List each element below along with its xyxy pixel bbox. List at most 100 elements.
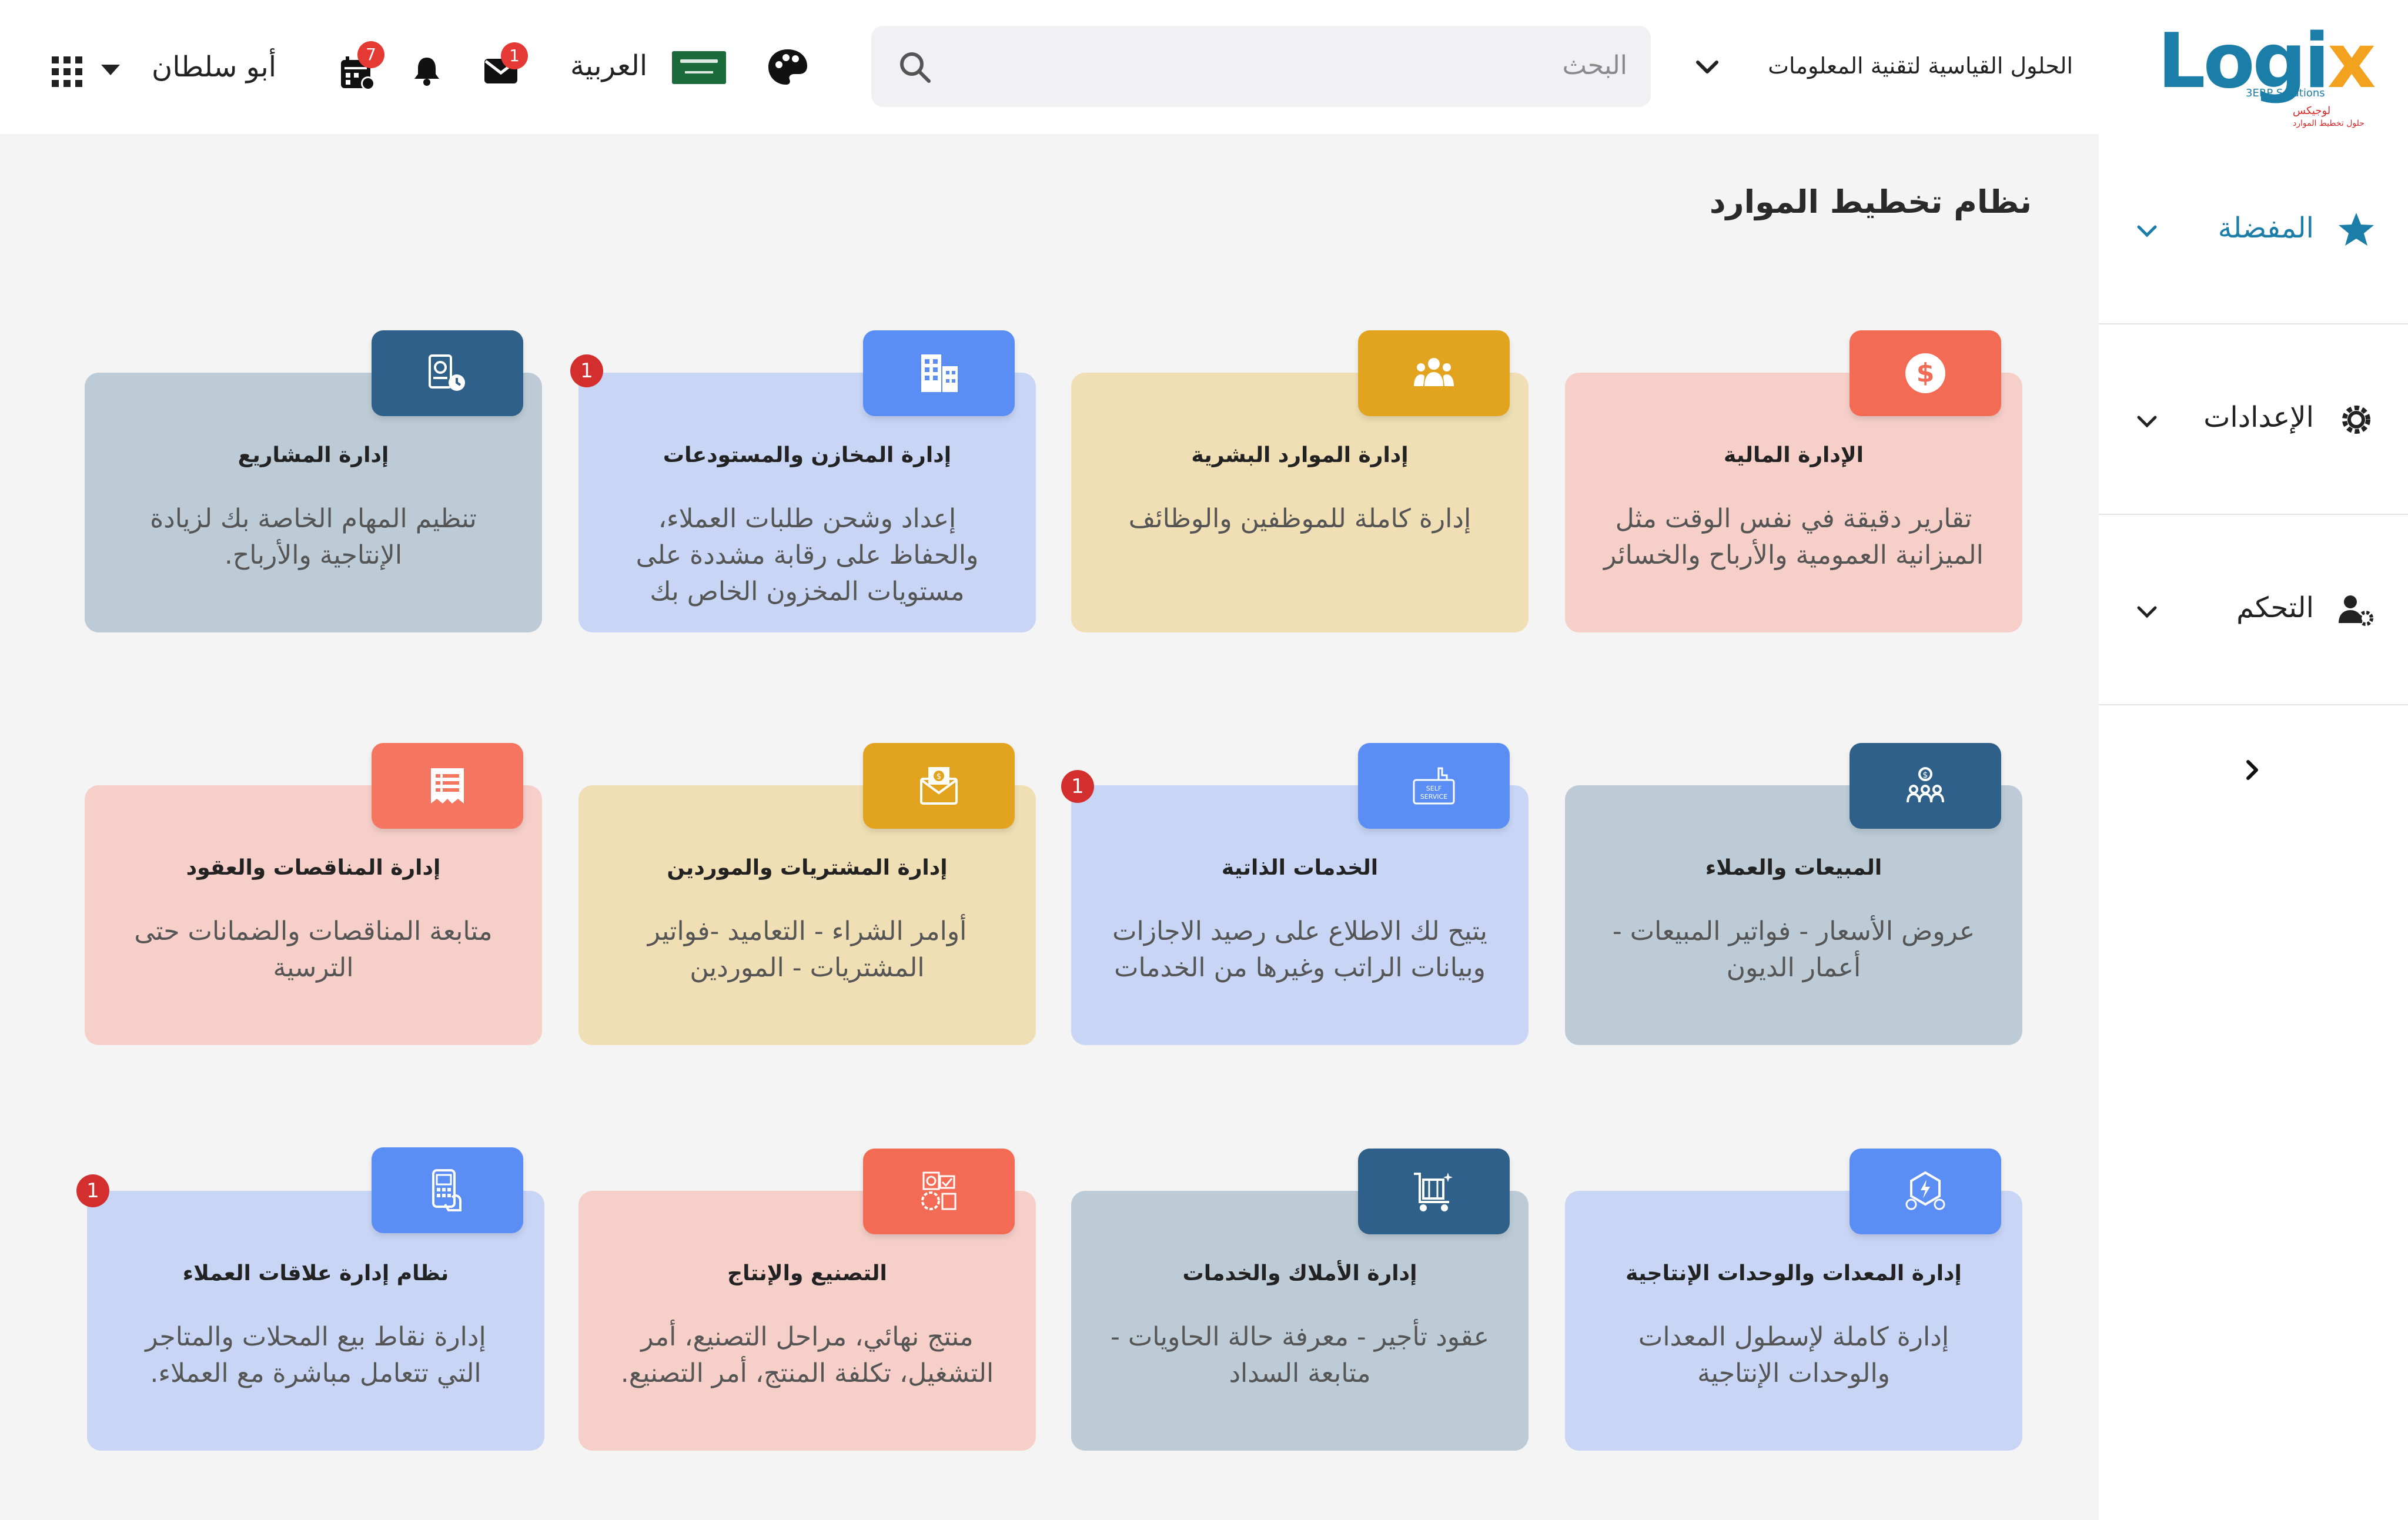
card-description: تقارير دقيقة في نفس الوقت مثل الميزانية … xyxy=(1604,504,1984,570)
users-gear-icon xyxy=(2339,595,2373,626)
chevron-down-icon[interactable] xyxy=(2134,603,2160,621)
self-service-icon: SELFSERVICE xyxy=(1413,767,1455,805)
manufacturing-icon xyxy=(921,1171,956,1210)
project-money-icon xyxy=(429,354,465,391)
card-description: إدارة كاملة لإسطول المعدات والوحدات الإن… xyxy=(1638,1322,1949,1388)
apps-grid-icon[interactable] xyxy=(52,56,82,87)
card-title: الخدمات الذاتية xyxy=(1221,856,1379,880)
module-card-manufacturing[interactable]: التصنيع والإنتاج منتج نهائي، مراحل التصن… xyxy=(578,1149,1036,1451)
chevron-down-icon[interactable] xyxy=(1694,56,1720,78)
card-title: إدارة المشاريع xyxy=(238,443,389,467)
buildings-icon xyxy=(921,354,958,392)
card-icon-tab xyxy=(1358,1149,1510,1234)
svg-text:$: $ xyxy=(937,772,941,781)
card-description: يتيح لك الاطلاع على رصيد الاجازات وبيانا… xyxy=(1112,916,1487,983)
calendar-badge: 7 xyxy=(357,41,384,68)
module-card-projects[interactable]: إدارة المشاريع تنظيم المهام الخاصة بك لز… xyxy=(85,330,542,632)
card-icon-tab xyxy=(863,330,1015,416)
search-placeholder: البحث xyxy=(1562,51,1627,81)
star-icon xyxy=(2339,213,2374,246)
page-title: نظام تخطيط الموارد xyxy=(1709,183,2032,220)
sidebar-item-settings[interactable]: الإعدادات xyxy=(2099,324,2408,515)
card-title: إدارة المناقصات والعقود xyxy=(186,856,441,880)
module-card-equipment[interactable]: إدارة المعدات والوحدات الإنتاجية إدارة ك… xyxy=(1565,1149,2022,1451)
module-card-self-service[interactable]: SELF SERVICE الخدمات الذاتية يتيح لك الاط… xyxy=(1071,743,1529,1045)
card-title: التصنيع والإنتاج xyxy=(727,1261,887,1285)
logo-arabic: لوجيكس xyxy=(2293,105,2331,117)
palette-icon[interactable] xyxy=(766,47,810,87)
card-title: إدارة المعدات والوحدات الإنتاجية xyxy=(1626,1261,1962,1285)
sidebar: المفضلة الإعدادات التحكم xyxy=(2099,134,2408,1520)
card-description: تنظيم المهام الخاصة بك لزيادة الإنتاجية … xyxy=(150,504,477,570)
svg-text:$: $ xyxy=(1917,358,1935,388)
card-title: إدارة الموارد البشرية xyxy=(1191,443,1409,467)
sidebar-collapse-chevron-icon[interactable] xyxy=(2240,758,2263,782)
gear-icon xyxy=(2342,406,2370,434)
pos-hand-icon xyxy=(432,1169,461,1211)
sidebar-item-label: التحكم xyxy=(2236,591,2314,624)
user-menu-caret-icon[interactable] xyxy=(101,65,120,75)
company-selector-label[interactable]: الحلول القياسية لتقنية المعلومات xyxy=(1768,53,2073,79)
card-description: إدارة كاملة للموظفين والوظائف xyxy=(1128,504,1471,534)
purchase-envelope-icon: $ xyxy=(920,767,958,805)
logo-subtitle: 3ERP Solutions xyxy=(2246,87,2325,99)
logo[interactable]: Logix 3ERP Solutions لوجيكس حلول تخطيط ا… xyxy=(2158,18,2376,128)
card-title: نظام إدارة علاقات العملاء xyxy=(182,1261,449,1285)
mail-badge: 1 xyxy=(501,42,528,69)
bell-icon[interactable] xyxy=(410,54,443,87)
card-icon-tab: $ xyxy=(1850,330,2001,416)
logo-arabic-sub: حلول تخطيط الموارد xyxy=(2293,119,2364,128)
sidebar-item-label: المفضلة xyxy=(2218,212,2314,245)
top-header: Logix 3ERP Solutions لوجيكس حلول تخطيط ا… xyxy=(0,0,2408,134)
svg-text:SERVICE: SERVICE xyxy=(1420,793,1447,801)
card-icon-tab xyxy=(372,330,523,416)
dollar-icon: $ xyxy=(1905,353,1945,393)
contract-icon xyxy=(431,768,464,803)
card-description: عروض الأسعار - فواتير المبيعات - أعمار ا… xyxy=(1612,916,1975,983)
card-icon-tab: $ xyxy=(863,743,1015,829)
svg-text:SELF: SELF xyxy=(1426,785,1442,792)
notification-badge: 1 xyxy=(570,354,603,387)
card-description: منتج نهائي، مراحل التصنيع، أمر التشغيل، … xyxy=(620,1322,994,1388)
language-selector[interactable]: العربية xyxy=(570,49,647,82)
module-card-tenders[interactable]: إدارة المناقصات والعقود متابعة المناقصات… xyxy=(85,743,542,1045)
card-icon-tab xyxy=(372,743,523,829)
people-icon xyxy=(1414,358,1454,386)
chevron-down-icon[interactable] xyxy=(2134,222,2160,240)
card-icon-tab xyxy=(372,1147,523,1233)
sidebar-item-label: الإعدادات xyxy=(2203,401,2314,434)
card-icon-tab: $ xyxy=(1850,743,2001,829)
chevron-down-icon[interactable] xyxy=(2134,413,2160,430)
module-card-sales[interactable]: $ المبيعات والعملاء عروض الأسعار - فواتي… xyxy=(1565,743,2022,1045)
saudi-flag-icon[interactable] xyxy=(672,51,726,84)
module-card-warehouse[interactable]: إدارة المخازن والمستودعات إعداد وشحن طلب… xyxy=(578,330,1036,632)
equipment-icon xyxy=(1905,1171,1945,1210)
card-title: إدارة المخازن والمستودعات xyxy=(663,443,952,467)
module-card-purchasing[interactable]: $ إدارة المشتريات والموردين أوامر الشراء… xyxy=(578,743,1036,1045)
search-icon[interactable] xyxy=(897,49,932,85)
card-icon-tab: SELF SERVICE xyxy=(1358,743,1510,829)
card-title: إدارة الأملاك والخدمات xyxy=(1182,1261,1417,1285)
card-description: أوامر الشراء - التعاميد -فواتير المشتريا… xyxy=(647,916,967,983)
card-icon-tab xyxy=(1850,1149,2001,1234)
card-icon-tab xyxy=(1358,330,1510,416)
property-cart-icon xyxy=(1414,1173,1453,1211)
card-title: المبيعات والعملاء xyxy=(1705,856,1882,880)
search-bar[interactable]: البحث xyxy=(871,26,1651,107)
card-description: إعداد وشحن طلبات العملاء، والحفاظ على رق… xyxy=(636,504,979,607)
card-description: عقود تأجير - معرفة حالة الحاويات - متابع… xyxy=(1111,1322,1489,1388)
svg-text:$: $ xyxy=(1923,771,1928,780)
sidebar-item-control[interactable]: التحكم xyxy=(2099,515,2408,705)
customers-icon: $ xyxy=(1907,767,1944,803)
module-card-finance[interactable]: $ الإدارة المالية تقارير دقيقة في نفس ال… xyxy=(1565,330,2022,632)
user-menu-name[interactable]: أبو سلطان xyxy=(152,51,276,83)
sidebar-item-favorites[interactable]: المفضلة xyxy=(2099,134,2408,324)
module-card-crm[interactable]: نظام إدارة علاقات العملاء إدارة نقاط بيع… xyxy=(87,1147,544,1451)
notification-badge: 1 xyxy=(1061,770,1094,803)
module-card-property[interactable]: إدارة الأملاك والخدمات عقود تأجير - معرف… xyxy=(1071,1149,1529,1451)
card-icon-tab xyxy=(863,1149,1015,1234)
notification-badge: 1 xyxy=(76,1174,109,1207)
module-card-hr[interactable]: إدارة الموارد البشرية إدارة كاملة للموظف… xyxy=(1071,330,1529,632)
card-title: إدارة المشتريات والموردين xyxy=(667,856,948,880)
card-description: إدارة نقاط بيع المحلات والمتاجر التي تتع… xyxy=(145,1322,486,1388)
